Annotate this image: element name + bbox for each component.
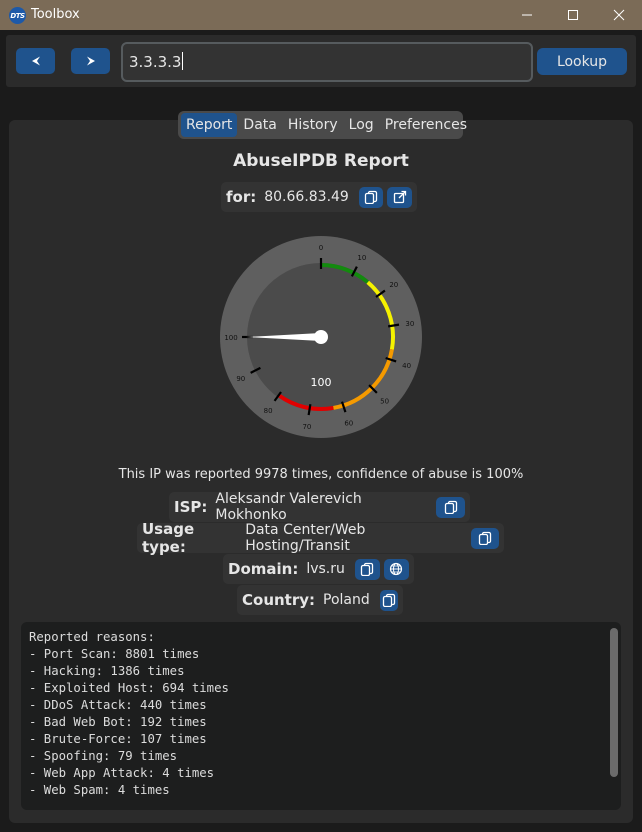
copy-icon xyxy=(478,531,492,545)
reported-reasons-text: Reported reasons: - Port Scan: 8801 time… xyxy=(29,630,229,797)
for-label: for: xyxy=(226,188,257,206)
maximize-button[interactable] xyxy=(550,0,596,30)
abuse-summary: This IP was reported 9978 times, confide… xyxy=(118,467,524,482)
isp-label: ISP: xyxy=(174,498,208,516)
tab-bar: Report Data History Log Preferences xyxy=(178,111,467,139)
gauge-tick-label-20: 20 xyxy=(389,281,398,289)
gauge-tick-label-60: 60 xyxy=(344,420,353,428)
close-icon xyxy=(613,9,625,21)
copy-domain-button[interactable] xyxy=(354,558,380,580)
copy-country-button[interactable] xyxy=(379,589,398,611)
usage-type-value: Data Center/Web Hosting/Transit xyxy=(245,522,366,554)
copy-isp-button[interactable] xyxy=(436,496,465,518)
forward-arrow-icon xyxy=(86,56,95,66)
country-row: Country: Poland xyxy=(237,585,403,615)
gauge-value-label: 100 xyxy=(311,376,332,389)
tab-history[interactable]: History xyxy=(283,113,343,137)
usage-type-row: Usage type: Data Center/Web Hosting/Tran… xyxy=(137,520,504,556)
minimize-button[interactable] xyxy=(504,0,550,30)
gauge-tick-label-90: 90 xyxy=(236,375,245,383)
gauge-tick-label-100: 100 xyxy=(224,334,237,342)
open-external-icon xyxy=(393,190,406,204)
address-value: 3.3.3.3 xyxy=(129,53,182,71)
address-input[interactable]: 3.3.3.3 xyxy=(121,42,533,82)
back-button[interactable] xyxy=(16,48,55,74)
app-logo-icon: DTS xyxy=(9,7,26,24)
gauge-tick-label-10: 10 xyxy=(357,254,366,262)
open-domain-button[interactable] xyxy=(383,558,409,580)
copy-ip-button[interactable] xyxy=(358,186,384,208)
domain-value: lvs.ru xyxy=(306,561,345,577)
globe-icon xyxy=(390,562,403,576)
forward-button[interactable] xyxy=(71,48,110,74)
gauge-tick-label-50: 50 xyxy=(380,398,389,406)
close-button[interactable] xyxy=(596,0,642,30)
lookup-button[interactable]: Lookup xyxy=(537,48,627,75)
isp-row: ISP: Aleksandr Valerevich Mokhonko xyxy=(169,491,470,523)
isp-value: Aleksandr Valerevich Mokhonko xyxy=(215,491,362,523)
copy-icon xyxy=(364,190,378,204)
gauge-needle-hub xyxy=(314,330,328,344)
gauge-tick-label-0: 0 xyxy=(319,244,323,252)
text-caret xyxy=(182,52,184,70)
window-title: Toolbox xyxy=(31,7,80,22)
back-arrow-icon xyxy=(31,56,40,66)
reasons-scrollbar[interactable] xyxy=(610,628,618,777)
open-abuseipdb-button[interactable] xyxy=(387,186,412,208)
report-title: AbuseIPDB Report xyxy=(233,151,409,171)
copy-icon xyxy=(444,500,457,514)
for-row: for: 80.66.83.49 xyxy=(221,182,417,212)
tab-report[interactable]: Report xyxy=(181,113,238,137)
reported-reasons-textbox[interactable]: Reported reasons: - Port Scan: 8801 time… xyxy=(21,622,621,810)
toolbar: 3.3.3.3 Lookup xyxy=(6,35,636,87)
for-value: 80.66.83.49 xyxy=(264,189,349,205)
minimize-icon xyxy=(522,14,532,16)
tab-log[interactable]: Log xyxy=(344,113,379,137)
confidence-gauge: 0 10 20 30 40 50 60 70 80 90 100 100 xyxy=(220,236,422,438)
gauge-tick-label-30: 30 xyxy=(405,320,414,328)
domain-row: Domain: lvs.ru xyxy=(223,554,414,584)
country-value: Poland xyxy=(323,592,370,608)
gauge-tick-label-80: 80 xyxy=(264,407,273,415)
copy-icon xyxy=(382,593,396,607)
title-bar: DTS Toolbox xyxy=(0,0,642,30)
gauge-tick-label-40: 40 xyxy=(402,362,411,370)
tab-data[interactable]: Data xyxy=(238,113,281,137)
domain-label: Domain: xyxy=(228,560,299,578)
gauge-tick-label-70: 70 xyxy=(302,423,311,431)
country-label: Country: xyxy=(242,591,316,609)
tab-preferences[interactable]: Preferences xyxy=(380,113,472,137)
copy-usage-type-button[interactable] xyxy=(470,527,499,549)
copy-icon xyxy=(361,562,374,576)
usage-type-label: Usage type: xyxy=(142,520,195,556)
maximize-icon xyxy=(568,10,578,20)
